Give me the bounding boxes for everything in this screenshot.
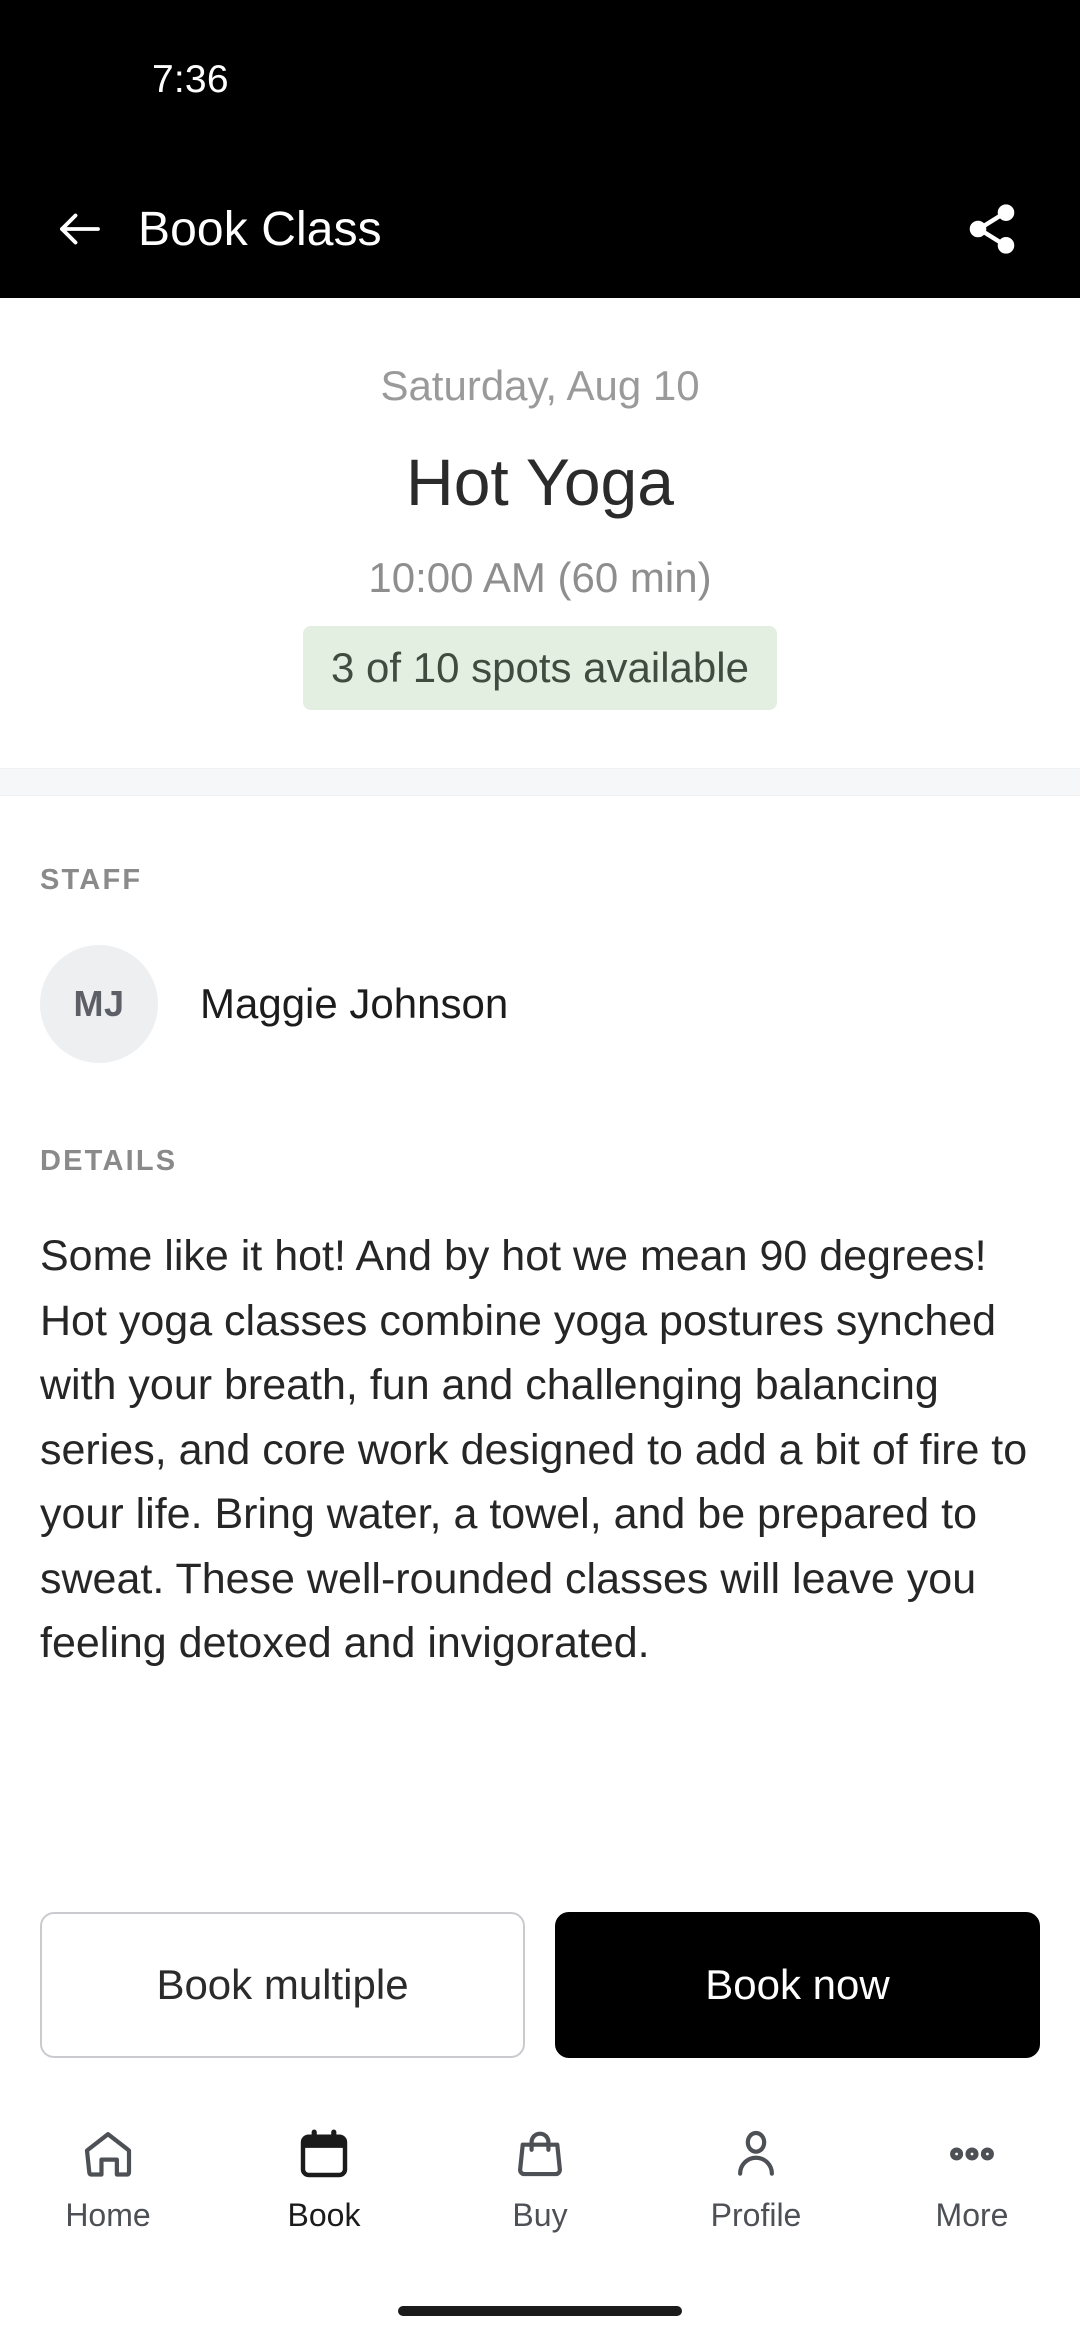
arrow-left-icon [60, 213, 100, 245]
calendar-icon [296, 2122, 352, 2186]
action-buttons: Book multiple Book now [0, 1912, 1080, 2058]
share-icon [969, 204, 1015, 254]
spots-badge-wrapper: 3 of 10 spots available [40, 626, 1040, 711]
page-title: Book Class [138, 202, 382, 256]
status-bar: 7:36 [0, 0, 1080, 160]
content-scroll-area[interactable]: Saturday, Aug 10 Hot Yoga 10:00 AM (60 m… [0, 298, 1080, 2100]
nav-label-book: Book [287, 2197, 361, 2233]
back-button[interactable] [48, 197, 112, 261]
section-divider [0, 768, 1080, 797]
app-bar: Book Class [0, 160, 1080, 298]
details-section: DETAILS Some like it hot! And by hot we … [0, 1063, 1080, 1676]
nav-item-more[interactable]: More [864, 2122, 1080, 2233]
class-name: Hot Yoga [406, 444, 674, 519]
nav-label-more: More [935, 2197, 1009, 2233]
home-icon [80, 2122, 136, 2186]
staff-name: Maggie Johnson [200, 980, 509, 1028]
class-time: 10:00 AM (60 min) [368, 553, 712, 601]
nav-item-book[interactable]: Book [216, 2122, 432, 2233]
nav-item-buy[interactable]: Buy [432, 2122, 648, 2233]
bottom-navigation-bar: Home Book Buy Profile More [0, 2100, 1080, 2282]
staff-section: STAFF MJ Maggie Johnson [0, 796, 1080, 1064]
spots-availability-badge: 3 of 10 spots available [303, 626, 777, 711]
calendar-glyph [300, 2129, 348, 2178]
staff-section-label: STAFF [40, 864, 143, 897]
details-section-label: DETAILS [40, 1145, 178, 1178]
nav-label-profile: Profile [710, 2197, 802, 2233]
nav-label-buy: Buy [512, 2197, 568, 2233]
share-button[interactable] [956, 193, 1028, 265]
avatar: MJ [40, 945, 158, 1064]
home-indicator[interactable] [398, 2306, 682, 2316]
nav-item-home[interactable]: Home [0, 2122, 216, 2233]
shopping-bag-icon [512, 2122, 568, 2186]
home-indicator-area [0, 2282, 1080, 2340]
more-horizontal-icon [944, 2122, 1000, 2186]
class-hero: Saturday, Aug 10 Hot Yoga 10:00 AM (60 m… [0, 298, 1080, 769]
person-icon [728, 2122, 784, 2186]
app-screen: 7:36 Book Class Saturday, Aug 10 Hot Yog… [0, 0, 1080, 2340]
nav-label-home: Home [65, 2197, 151, 2233]
staff-list-item[interactable]: MJ Maggie Johnson [40, 945, 1040, 1064]
nav-item-profile[interactable]: Profile [648, 2122, 864, 2233]
details-description: Some like it hot! And by hot we mean 90 … [40, 1232, 1028, 1668]
class-date: Saturday, Aug 10 [380, 362, 700, 409]
book-now-button[interactable]: Book now [555, 1912, 1040, 2058]
status-bar-clock: 7:36 [152, 58, 229, 101]
avatar-initials: MJ [73, 983, 125, 1025]
book-multiple-button[interactable]: Book multiple [40, 1912, 525, 2058]
